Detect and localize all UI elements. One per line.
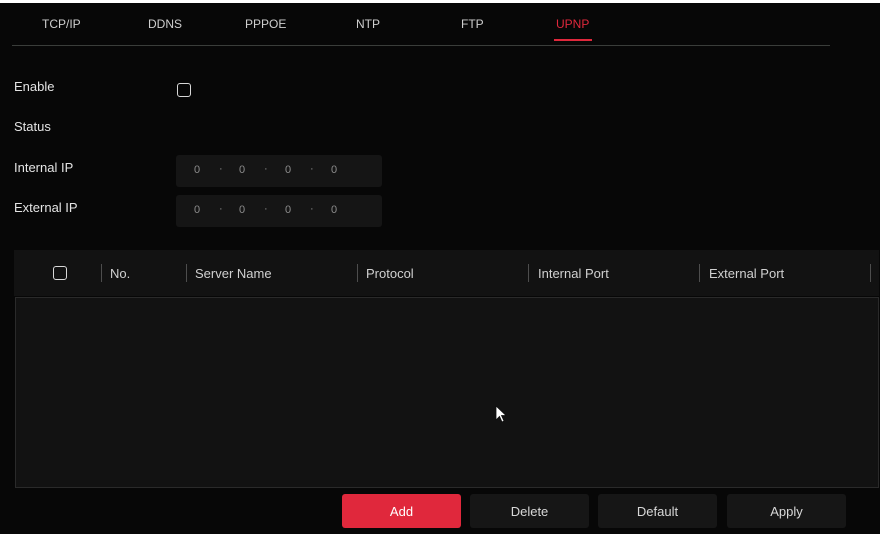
column-header-internal-port[interactable]: Internal Port: [538, 266, 609, 281]
ip-dot: ·: [219, 203, 223, 215]
ip-octet-3[interactable]: 0: [285, 204, 291, 216]
enable-checkbox[interactable]: [177, 83, 191, 97]
external-ip-label: External IP: [14, 200, 78, 215]
column-separator: [357, 264, 358, 282]
internal-ip-field[interactable]: 0 · 0 · 0 · 0: [176, 155, 382, 187]
column-separator: [186, 264, 187, 282]
tab-upnp[interactable]: UPNP: [556, 17, 589, 31]
column-separator: [699, 264, 700, 282]
ip-dot: ·: [310, 163, 314, 175]
ip-dot: ·: [264, 203, 268, 215]
ip-dot: ·: [310, 203, 314, 215]
column-header-external-port[interactable]: External Port: [709, 266, 784, 281]
column-header-protocol[interactable]: Protocol: [366, 266, 414, 281]
default-button[interactable]: Default: [598, 494, 717, 528]
tab-tcpip[interactable]: TCP/IP: [42, 17, 81, 31]
column-separator: [870, 264, 871, 282]
internal-ip-label: Internal IP: [14, 160, 74, 175]
enable-label: Enable: [14, 79, 55, 94]
ip-octet-2[interactable]: 0: [239, 164, 245, 176]
ip-dot: ·: [264, 163, 268, 175]
top-strip: [0, 0, 880, 3]
tab-ftp[interactable]: FTP: [461, 17, 484, 31]
ip-octet-3[interactable]: 0: [285, 164, 291, 176]
ip-octet-4[interactable]: 0: [331, 164, 337, 176]
active-tab-indicator: [554, 39, 592, 41]
status-label: Status: [14, 119, 51, 134]
ip-octet-2[interactable]: 0: [239, 204, 245, 216]
mouse-pointer-icon: [495, 405, 508, 423]
column-header-server-name[interactable]: Server Name: [195, 266, 272, 281]
ip-octet-1[interactable]: 0: [194, 164, 200, 176]
ip-octet-4[interactable]: 0: [331, 204, 337, 216]
tab-pppoe[interactable]: PPPOE: [245, 17, 286, 31]
tab-bar: TCP/IP DDNS PPPOE NTP FTP UPNP: [12, 5, 830, 46]
column-separator: [528, 264, 529, 282]
delete-button[interactable]: Delete: [470, 494, 589, 528]
column-separator: [101, 264, 102, 282]
mapping-table-body[interactable]: [15, 297, 879, 488]
tab-ddns[interactable]: DDNS: [148, 17, 182, 31]
external-ip-field[interactable]: 0 · 0 · 0 · 0: [176, 195, 382, 227]
select-all-checkbox[interactable]: [53, 266, 67, 280]
column-header-no[interactable]: No.: [110, 266, 130, 281]
ip-octet-1[interactable]: 0: [194, 204, 200, 216]
mapping-table-header: No. Server Name Protocol Internal Port E…: [14, 250, 879, 296]
tab-ntp[interactable]: NTP: [356, 17, 380, 31]
add-button[interactable]: Add: [342, 494, 461, 528]
ip-dot: ·: [219, 163, 223, 175]
apply-button[interactable]: Apply: [727, 494, 846, 528]
